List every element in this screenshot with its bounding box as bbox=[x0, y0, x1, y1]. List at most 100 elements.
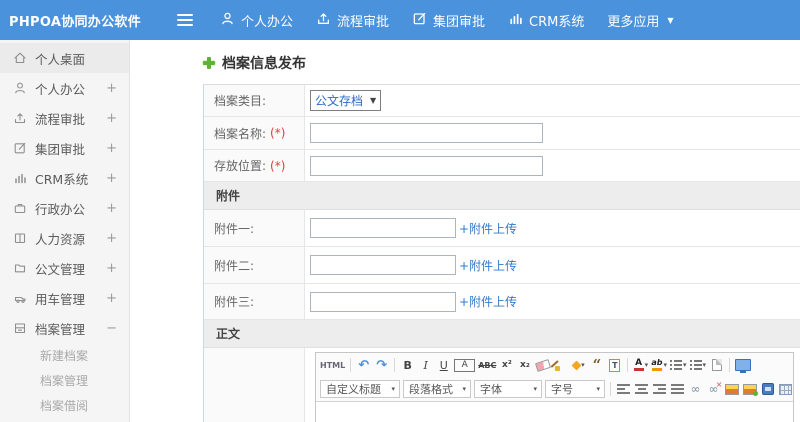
field-cell bbox=[305, 150, 800, 181]
attachment-3-upload-link[interactable]: +附件上传 bbox=[459, 293, 517, 310]
sidebar-item-workflow-approval[interactable]: 流程审批 + bbox=[0, 103, 129, 133]
required-mark: (*) bbox=[270, 158, 286, 173]
nav-item-more-apps[interactable]: 更多应用 ▼ bbox=[607, 11, 673, 30]
folder-icon bbox=[13, 261, 27, 275]
insert-image-upload-button[interactable] bbox=[742, 381, 758, 398]
font-size-dropdown[interactable]: 字号 ▾ bbox=[545, 380, 605, 398]
redo-button[interactable]: ↷ bbox=[374, 357, 389, 374]
align-right-button[interactable] bbox=[652, 381, 667, 398]
sidebar-item-admin-office[interactable]: 行政办公 + bbox=[0, 193, 129, 223]
expand-toggle[interactable]: − bbox=[106, 321, 117, 336]
format-brush-button[interactable] bbox=[553, 357, 568, 374]
insert-link-button[interactable]: ∞ bbox=[688, 381, 703, 398]
field-label: 附件二: bbox=[204, 247, 305, 283]
chevron-down-icon: ▾ bbox=[644, 361, 649, 369]
edit-icon bbox=[13, 141, 27, 155]
highlight-color-button[interactable]: ab ▾ bbox=[651, 357, 667, 374]
video-icon bbox=[761, 383, 774, 395]
attachment-2-input[interactable] bbox=[310, 255, 456, 275]
hamburger-menu-icon[interactable] bbox=[177, 14, 193, 26]
expand-toggle[interactable]: + bbox=[106, 201, 117, 216]
chevron-down-icon: ▾ bbox=[391, 385, 395, 393]
editor-content-area[interactable] bbox=[316, 401, 793, 422]
sidebar-item-group-approval[interactable]: 集团审批 + bbox=[0, 133, 129, 163]
italic-button[interactable]: I bbox=[418, 357, 433, 374]
strikethrough-button[interactable]: ABC bbox=[478, 357, 496, 374]
align-justify-button[interactable] bbox=[670, 381, 685, 398]
insert-video-button[interactable] bbox=[760, 381, 775, 398]
field-cell: +附件上传 bbox=[305, 210, 800, 246]
form-row-category: 档案类目: 公文存档 ▼ bbox=[204, 85, 800, 117]
subitem-label: 档案借阅 bbox=[40, 399, 89, 413]
chevron-down-icon: ▾ bbox=[663, 361, 668, 369]
font-color-button[interactable]: A ▾ bbox=[633, 357, 648, 374]
sidebar-item-personal-office[interactable]: 个人办公 + bbox=[0, 73, 129, 103]
attachment-2-upload-link[interactable]: +附件上传 bbox=[459, 257, 517, 274]
sidebar-item-archive-mgmt[interactable]: 档案管理 − bbox=[0, 313, 129, 343]
user-icon bbox=[13, 81, 27, 95]
undo-button[interactable]: ↶ bbox=[356, 357, 371, 374]
sidebar-item-label: CRM系统 bbox=[35, 171, 89, 187]
subscript-button[interactable]: x₂ bbox=[517, 357, 532, 374]
font-family-dropdown[interactable]: 字体 ▾ bbox=[474, 380, 542, 398]
paste-text-button[interactable]: T bbox=[607, 357, 622, 374]
expand-toggle[interactable]: + bbox=[106, 141, 117, 156]
storage-location-input[interactable] bbox=[310, 155, 543, 176]
expand-toggle[interactable]: + bbox=[106, 111, 117, 126]
sidebar-item-crm[interactable]: CRM系统 + bbox=[0, 163, 129, 193]
blockquote-button[interactable]: “ bbox=[589, 357, 604, 374]
field-label: 存放位置: (*) bbox=[204, 150, 305, 181]
expand-toggle[interactable]: + bbox=[106, 231, 117, 246]
briefcase-icon bbox=[13, 201, 27, 215]
preview-button[interactable] bbox=[735, 357, 752, 374]
eraser-button[interactable] bbox=[534, 357, 551, 374]
nav-item-workflow-approval[interactable]: 流程审批 bbox=[316, 11, 389, 30]
unordered-list-button[interactable]: ▾ bbox=[689, 357, 706, 374]
upload-icon bbox=[13, 111, 27, 125]
sidebar-item-vehicle-mgmt[interactable]: 用车管理 + bbox=[0, 283, 129, 313]
attachment-3-input[interactable] bbox=[310, 291, 456, 312]
label-text: 附件二: bbox=[214, 258, 255, 273]
align-left-button[interactable] bbox=[616, 381, 631, 398]
expand-toggle[interactable]: + bbox=[106, 261, 117, 276]
nav-item-crm[interactable]: CRM系统 bbox=[508, 11, 584, 30]
ordered-list-button[interactable]: ▾ bbox=[670, 357, 687, 374]
field-label: 附件一: bbox=[204, 210, 305, 246]
attachment-1-upload-link[interactable]: +附件上传 bbox=[459, 220, 517, 237]
sidebar-subitem-new-archive[interactable]: 新建档案 bbox=[0, 343, 129, 368]
sidebar-subitem-archive-manage[interactable]: 档案管理 bbox=[0, 368, 129, 393]
nav-item-group-approval[interactable]: 集团审批 bbox=[412, 11, 485, 30]
category-select[interactable]: 公文存档 ▼ bbox=[310, 90, 382, 111]
sidebar-item-document-mgmt[interactable]: 公文管理 + bbox=[0, 253, 129, 283]
expand-toggle[interactable]: + bbox=[106, 291, 117, 306]
superscript-button[interactable]: x² bbox=[499, 357, 514, 374]
font-border-button[interactable]: A bbox=[454, 358, 476, 372]
insert-table-button[interactable] bbox=[778, 381, 793, 398]
expand-toggle[interactable]: + bbox=[106, 171, 117, 186]
sidebar-item-personal-desktop[interactable]: 个人桌面 bbox=[0, 43, 129, 73]
remove-link-button[interactable]: ∞ bbox=[706, 380, 723, 398]
new-document-button[interactable] bbox=[709, 357, 724, 374]
custom-title-dropdown[interactable]: 自定义标题 ▾ bbox=[320, 380, 400, 398]
bold-button[interactable]: B bbox=[400, 357, 415, 374]
insert-image-button[interactable] bbox=[724, 381, 739, 398]
nav-item-personal-office[interactable]: 个人办公 bbox=[220, 11, 293, 30]
subitem-label: 新建档案 bbox=[40, 349, 89, 363]
expand-toggle[interactable]: + bbox=[106, 81, 117, 96]
toolbar-separator bbox=[350, 358, 352, 372]
align-center-button[interactable] bbox=[634, 381, 649, 398]
autotypeset-button[interactable]: ▾ bbox=[571, 357, 586, 374]
sidebar-item-label: 人力资源 bbox=[35, 231, 86, 247]
field-label: 档案类目: bbox=[204, 85, 305, 116]
form-row-name: 档案名称: (*) bbox=[204, 117, 800, 150]
archive-name-input[interactable] bbox=[310, 123, 543, 143]
paragraph-format-dropdown[interactable]: 段落格式 ▾ bbox=[403, 380, 471, 398]
sidebar-item-label: 集团审批 bbox=[35, 141, 86, 157]
image-add-icon bbox=[742, 383, 758, 396]
sidebar-item-hr[interactable]: 人力资源 + bbox=[0, 223, 129, 253]
sidebar-subitem-archive-borrow[interactable]: 档案借阅 bbox=[0, 393, 129, 418]
source-code-button[interactable]: HTML bbox=[320, 357, 345, 374]
underline-button[interactable]: U bbox=[436, 357, 451, 374]
archive-form: 档案类目: 公文存档 ▼ 档案名称: (*) 存放位置: (*) 附件 附件一:… bbox=[203, 84, 800, 422]
attachment-1-input[interactable] bbox=[310, 218, 456, 238]
